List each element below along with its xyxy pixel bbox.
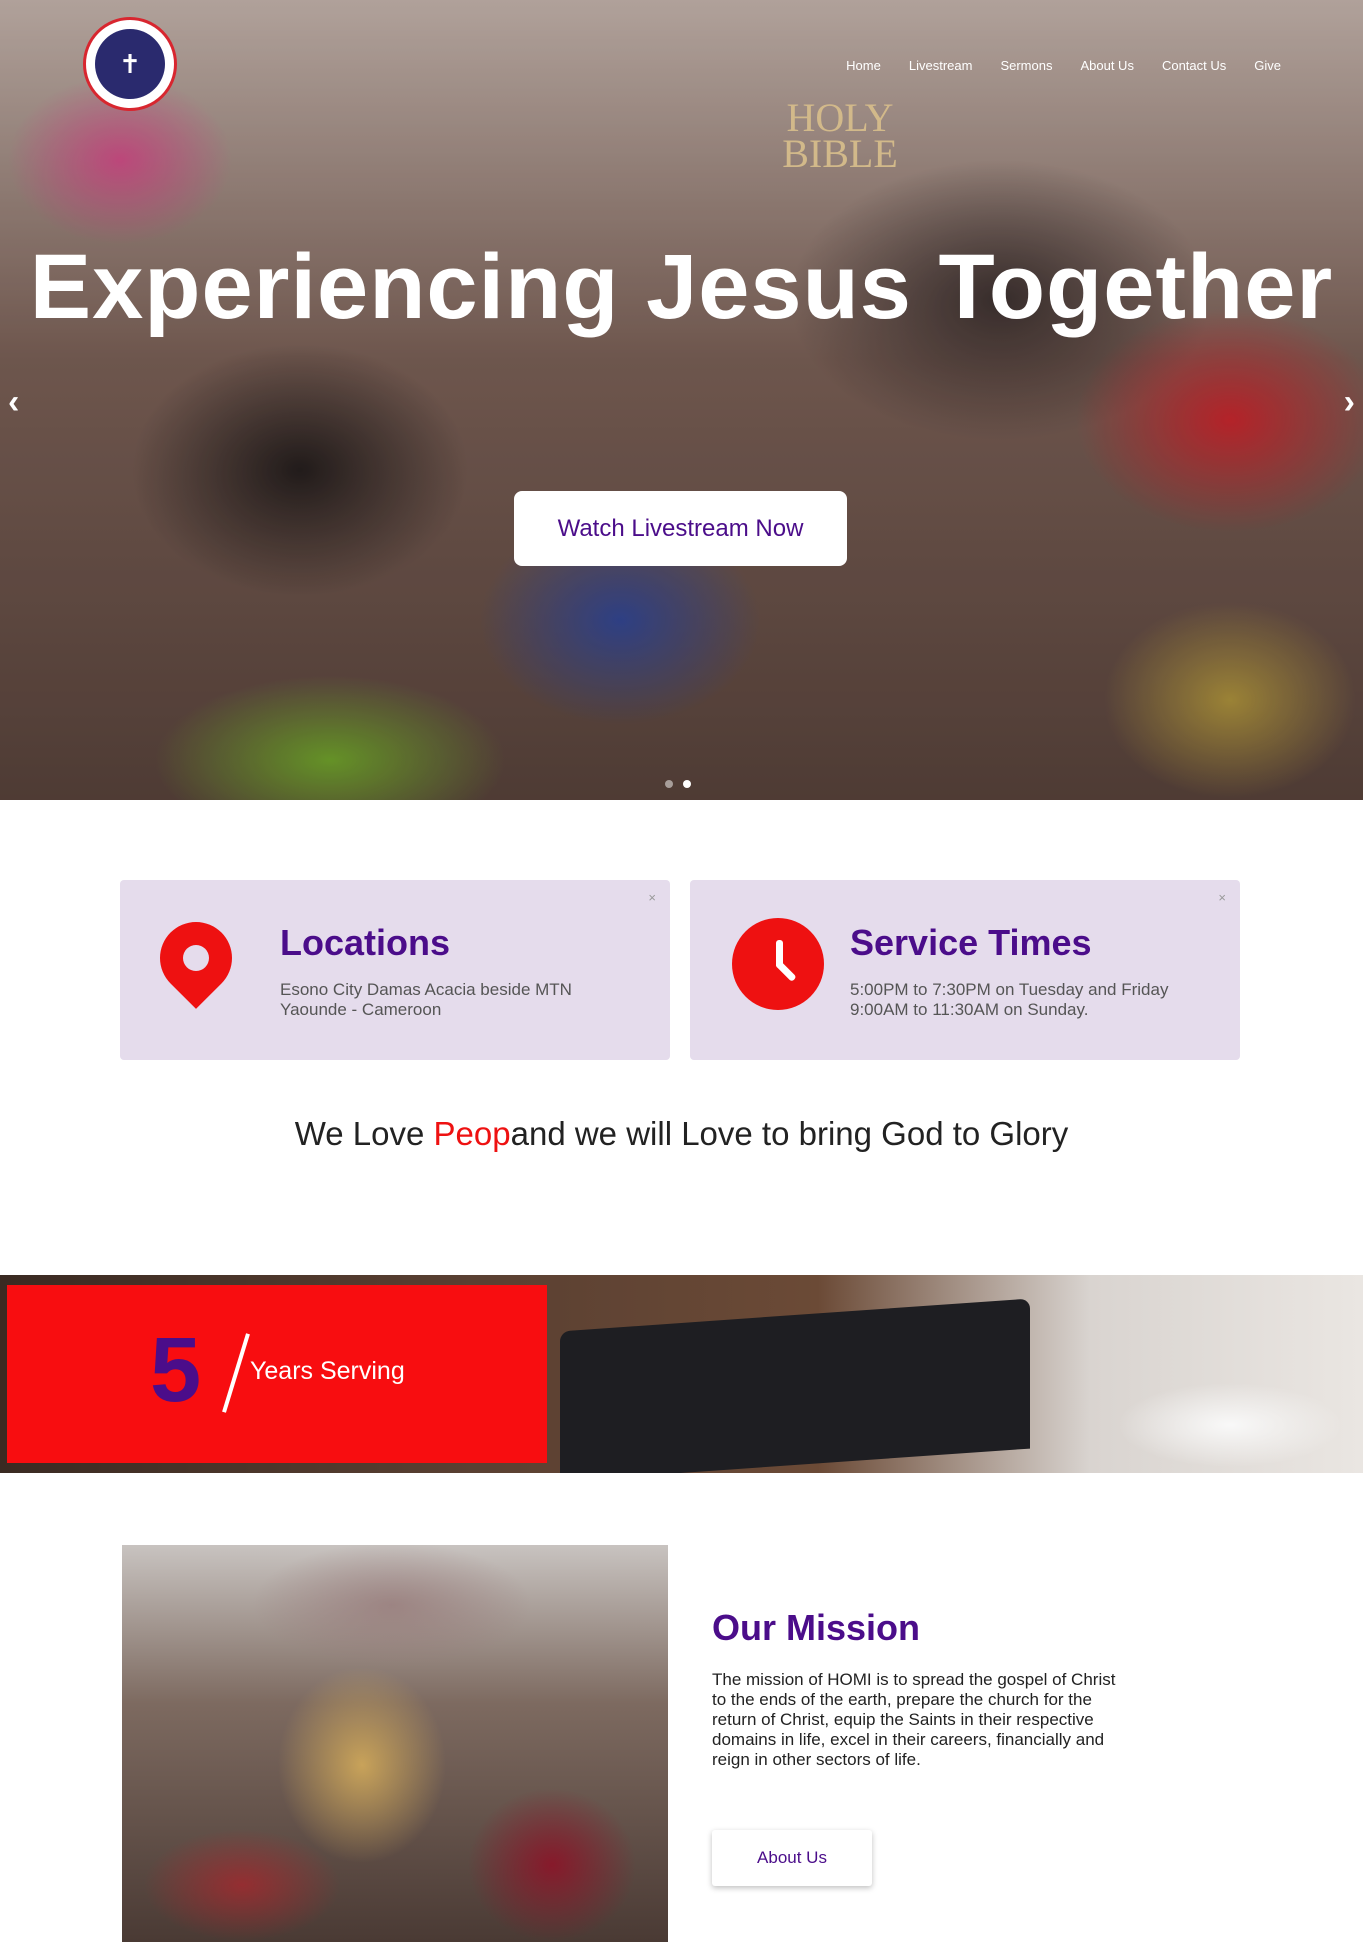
- bible-image: [560, 1298, 1030, 1473]
- slider-dot[interactable]: [665, 780, 673, 788]
- years-serving-label: Years Serving: [250, 1357, 405, 1385]
- tagline: We Love Peopand we will Love to bring Go…: [0, 1115, 1363, 1153]
- chevron-right-icon[interactable]: ›: [1344, 383, 1355, 422]
- watch-livestream-button[interactable]: Watch Livestream Now: [514, 491, 847, 566]
- locations-title: Locations: [280, 922, 451, 963]
- locations-card: × Locations Esono City Damas Acacia besi…: [120, 880, 670, 1060]
- nav-sermons[interactable]: Sermons: [1000, 58, 1052, 73]
- chevron-left-icon[interactable]: ‹: [8, 383, 19, 422]
- close-icon[interactable]: ×: [648, 890, 656, 905]
- nav-give[interactable]: Give: [1254, 58, 1281, 73]
- tagline-end: and we will Love to bring God to Glory: [510, 1115, 1069, 1152]
- nav-livestream[interactable]: Livestream: [909, 58, 973, 73]
- service-times-card: × Service Times 5:00PM to 7:30PM on Tues…: [690, 880, 1240, 1060]
- hero-background-image: [0, 0, 1363, 800]
- hero-title: Experiencing Jesus Together: [29, 236, 1334, 338]
- nav-about-us[interactable]: About Us: [1080, 58, 1133, 73]
- main-nav: Home Livestream Sermons About Us Contact…: [846, 58, 1281, 73]
- years-count: 5: [150, 1319, 202, 1421]
- congregation-photo: [122, 1545, 668, 1942]
- about-us-button[interactable]: About Us: [712, 1830, 872, 1886]
- clock-icon: [732, 918, 824, 1010]
- locations-text: Esono City Damas Acacia beside MTN Yaoun…: [280, 980, 572, 1019]
- church-logo[interactable]: ✝: [83, 17, 177, 111]
- slider-dot-active[interactable]: [683, 780, 691, 788]
- nav-home[interactable]: Home: [846, 58, 881, 73]
- tagline-start: We Love: [294, 1115, 434, 1152]
- service-times-text: 5:00PM to 7:30PM on Tuesday and Friday 9…: [850, 980, 1169, 1019]
- nav-contact-us[interactable]: Contact Us: [1162, 58, 1226, 73]
- mission-text: The mission of HOMI is to spread the gos…: [712, 1670, 1116, 1769]
- cross-icon: ✝: [95, 29, 165, 99]
- bible-cover-text: HOLY BIBLE: [782, 95, 898, 176]
- hero-section: ✝ Home Livestream Sermons About Us Conta…: [0, 0, 1363, 800]
- service-times-title: Service Times: [850, 922, 1092, 963]
- tagline-highlight: Peop: [433, 1115, 511, 1152]
- location-pin-icon: [145, 907, 247, 1009]
- mission-title: Our Mission: [712, 1607, 921, 1648]
- slider-dots: [665, 780, 691, 788]
- close-icon[interactable]: ×: [1218, 890, 1226, 905]
